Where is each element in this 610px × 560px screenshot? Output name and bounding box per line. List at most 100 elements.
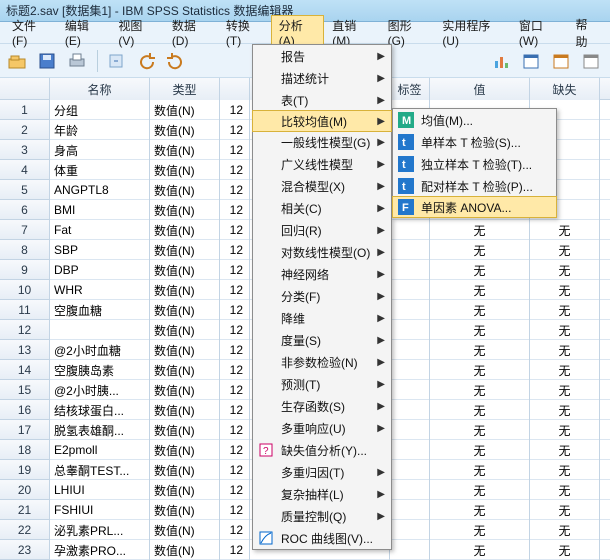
row-number[interactable]: 22	[0, 520, 50, 540]
cell-name[interactable]: LHIUI	[50, 480, 150, 500]
cell-name[interactable]: 总睾酮TEST...	[50, 460, 150, 480]
cell-width[interactable]: 12	[220, 200, 250, 220]
cell-missing[interactable]: 无	[530, 540, 600, 560]
cell-values[interactable]: 无	[430, 280, 530, 300]
cell-name[interactable]: 体重	[50, 160, 150, 180]
save-button[interactable]	[34, 48, 62, 74]
cell-missing[interactable]: 无	[530, 380, 600, 400]
col-label[interactable]: 标签	[390, 78, 430, 100]
cell-name[interactable]: BMI	[50, 200, 150, 220]
cell-missing[interactable]: 无	[530, 240, 600, 260]
col-width[interactable]	[220, 78, 250, 100]
cell-missing[interactable]: 无	[530, 520, 600, 540]
cell-missing[interactable]: 无	[530, 400, 600, 420]
menu-item-预测T[interactable]: 预测(T)▶	[253, 373, 391, 395]
cell-width[interactable]: 12	[220, 480, 250, 500]
cell-values[interactable]: 无	[430, 460, 530, 480]
cell-width[interactable]: 12	[220, 380, 250, 400]
cell-name[interactable]	[50, 320, 150, 340]
menu-item-广义线性模型[interactable]: 广义线性模型▶	[253, 153, 391, 175]
cell-missing[interactable]: 无	[530, 480, 600, 500]
menu-view[interactable]: 视图(V)	[110, 15, 163, 50]
cell-width[interactable]: 12	[220, 260, 250, 280]
cell-width[interactable]: 12	[220, 500, 250, 520]
row-number[interactable]: 1	[0, 100, 50, 120]
cell-missing[interactable]: 无	[530, 360, 600, 380]
cell-type[interactable]: 数值(N)	[150, 140, 220, 160]
cell-name[interactable]: 结核球蛋白...	[50, 400, 150, 420]
cell-values[interactable]: 无	[430, 380, 530, 400]
cell-type[interactable]: 数值(N)	[150, 160, 220, 180]
redo-button[interactable]	[163, 48, 191, 74]
cell-values[interactable]: 无	[430, 420, 530, 440]
cell-values[interactable]: 无	[430, 400, 530, 420]
menu-item-非参数检验N[interactable]: 非参数检验(N)▶	[253, 351, 391, 373]
menu-item-度量S[interactable]: 度量(S)▶	[253, 329, 391, 351]
cell-type[interactable]: 数值(N)	[150, 500, 220, 520]
cell-missing[interactable]: 无	[530, 260, 600, 280]
menu-data[interactable]: 数据(D)	[164, 15, 218, 50]
cell-label[interactable]	[390, 420, 430, 440]
cell-missing[interactable]: 无	[530, 440, 600, 460]
cell-name[interactable]: DBP	[50, 260, 150, 280]
cell-width[interactable]: 12	[220, 240, 250, 260]
cell-width[interactable]: 12	[220, 140, 250, 160]
cell-name[interactable]: 泌乳素PRL...	[50, 520, 150, 540]
cell-values[interactable]: 无	[430, 520, 530, 540]
cell-type[interactable]: 数值(N)	[150, 100, 220, 120]
row-number[interactable]: 3	[0, 140, 50, 160]
menu-util[interactable]: 实用程序(U)	[434, 15, 511, 50]
menu-item-相关C[interactable]: 相关(C)▶	[253, 197, 391, 219]
cell-values[interactable]: 无	[430, 220, 530, 240]
menu-item-回归R[interactable]: 回归(R)▶	[253, 219, 391, 241]
cell-name[interactable]: E2pmoll	[50, 440, 150, 460]
cell-label[interactable]	[390, 220, 430, 240]
analyze-dropdown[interactable]: 报告▶描述统计▶表(T)▶比较均值(M)▶一般线性模型(G)▶广义线性模型▶混合…	[252, 44, 392, 550]
cell-name[interactable]: FSHIUI	[50, 500, 150, 520]
cell-width[interactable]: 12	[220, 280, 250, 300]
calendar-3-button[interactable]	[578, 48, 606, 74]
cell-missing[interactable]: 无	[530, 300, 600, 320]
row-number[interactable]: 10	[0, 280, 50, 300]
cell-values[interactable]: 无	[430, 260, 530, 280]
cell-type[interactable]: 数值(N)	[150, 240, 220, 260]
row-number[interactable]: 8	[0, 240, 50, 260]
row-number[interactable]: 14	[0, 360, 50, 380]
row-number[interactable]: 5	[0, 180, 50, 200]
cell-label[interactable]	[390, 240, 430, 260]
menu-file[interactable]: 文件(F)	[4, 15, 57, 50]
cell-label[interactable]	[390, 300, 430, 320]
submenu-item-t2[interactable]: t独立样本 T 检验(T)...	[393, 153, 556, 175]
cell-missing[interactable]: 无	[530, 500, 600, 520]
cell-type[interactable]: 数值(N)	[150, 460, 220, 480]
cell-width[interactable]: 12	[220, 320, 250, 340]
cell-type[interactable]: 数值(N)	[150, 180, 220, 200]
cell-type[interactable]: 数值(N)	[150, 360, 220, 380]
cell-type[interactable]: 数值(N)	[150, 280, 220, 300]
cell-values[interactable]: 无	[430, 320, 530, 340]
menu-item-缺失值分析Y[interactable]: ?缺失值分析(Y)...	[253, 439, 391, 461]
cell-width[interactable]: 12	[220, 300, 250, 320]
cell-label[interactable]	[390, 460, 430, 480]
cell-name[interactable]: ANGPTL8	[50, 180, 150, 200]
menu-item-混合模型X[interactable]: 混合模型(X)▶	[253, 175, 391, 197]
cell-name[interactable]: 年龄	[50, 120, 150, 140]
menu-item-报告[interactable]: 报告▶	[253, 45, 391, 67]
cell-type[interactable]: 数值(N)	[150, 340, 220, 360]
cell-name[interactable]: Fat	[50, 220, 150, 240]
compare-means-submenu[interactable]: M均值(M)...t单样本 T 检验(S)...t独立样本 T 检验(T)...…	[392, 108, 557, 218]
cell-name[interactable]: WHR	[50, 280, 150, 300]
submenu-item-t1[interactable]: t单样本 T 检验(S)...	[393, 131, 556, 153]
cell-type[interactable]: 数值(N)	[150, 400, 220, 420]
menu-item-生存函数S[interactable]: 生存函数(S)▶	[253, 395, 391, 417]
cell-values[interactable]: 无	[430, 500, 530, 520]
cell-width[interactable]: 12	[220, 160, 250, 180]
cell-width[interactable]: 12	[220, 460, 250, 480]
cell-missing[interactable]: 无	[530, 340, 600, 360]
cell-type[interactable]: 数值(N)	[150, 200, 220, 220]
cell-values[interactable]: 无	[430, 360, 530, 380]
row-number[interactable]: 13	[0, 340, 50, 360]
menu-edit[interactable]: 编辑(E)	[57, 15, 110, 50]
menu-item-质量控制Q[interactable]: 质量控制(Q)▶	[253, 505, 391, 527]
cell-name[interactable]: @2小时血糖	[50, 340, 150, 360]
